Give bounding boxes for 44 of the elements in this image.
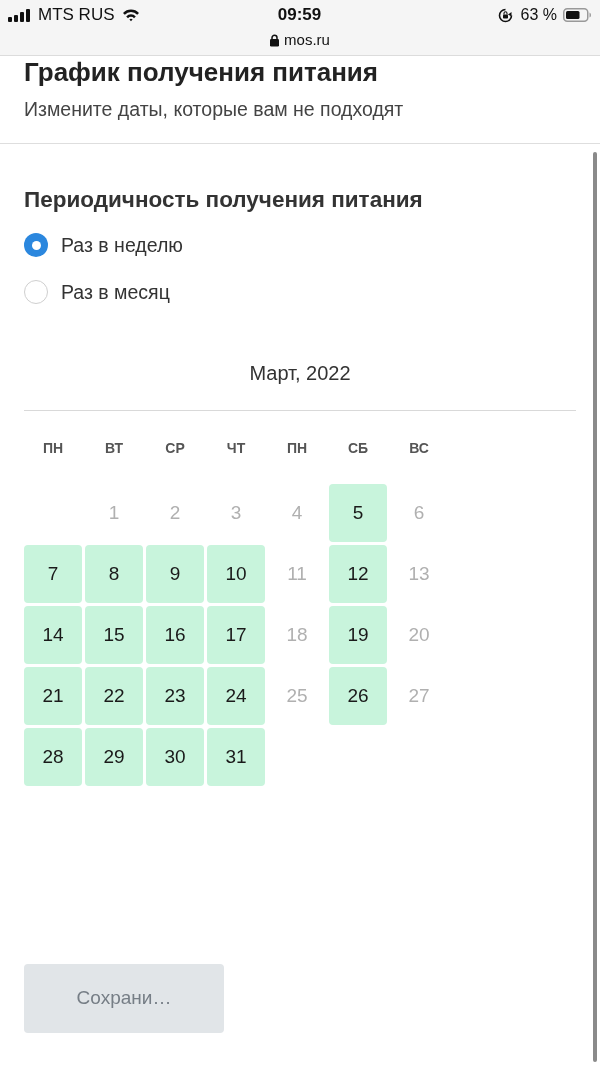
weekday-label: СР bbox=[165, 439, 185, 457]
calendar-day[interactable]: 10 bbox=[207, 545, 265, 603]
weekday-label: ВТ bbox=[104, 439, 124, 457]
calendar-day[interactable]: 17 bbox=[207, 606, 265, 664]
calendar-day[interactable]: 24 bbox=[207, 667, 265, 725]
calendar-day[interactable]: 31 bbox=[207, 728, 265, 786]
signal-icon bbox=[8, 8, 30, 22]
weekday-label: ЧТ bbox=[226, 439, 246, 457]
radio-button[interactable] bbox=[24, 280, 48, 304]
calendar-day[interactable]: 14 bbox=[24, 606, 82, 664]
battery-percent: 63 % bbox=[520, 5, 557, 25]
carrier-name: MTS RUS bbox=[38, 4, 115, 27]
calendar-day[interactable]: 22 bbox=[85, 667, 143, 725]
lock-icon bbox=[270, 33, 280, 47]
rotation-lock-icon bbox=[497, 7, 513, 23]
month-title: Март, 2022 bbox=[249, 361, 351, 385]
clock-time: 09:59 bbox=[277, 4, 322, 27]
calendar-day[interactable]: 30 bbox=[146, 728, 204, 786]
calendar-day[interactable]: 5 bbox=[329, 484, 387, 542]
calendar-day[interactable]: 23 bbox=[146, 667, 204, 725]
page-subtitle: Измените даты, которые вам не подходят bbox=[24, 97, 405, 121]
calendar-day[interactable]: 28 bbox=[24, 728, 82, 786]
section-title: Периодичность получения питания bbox=[24, 186, 424, 213]
radio-button[interactable] bbox=[24, 233, 48, 257]
calendar-day[interactable]: 15 bbox=[85, 606, 143, 664]
wifi-icon bbox=[121, 8, 140, 22]
weekday-label: СБ bbox=[347, 439, 369, 457]
calendar-day[interactable]: 26 bbox=[329, 667, 387, 725]
calendar-day[interactable]: 8 bbox=[85, 545, 143, 603]
calendar-day[interactable]: 12 bbox=[329, 545, 387, 603]
weekday-label: ВС bbox=[409, 439, 429, 457]
option-label[interactable]: Раз в неделю bbox=[61, 233, 183, 257]
calendar-day[interactable]: 29 bbox=[85, 728, 143, 786]
page-url: mos.ru bbox=[284, 29, 330, 50]
calendar-day[interactable]: 9 bbox=[146, 545, 204, 603]
option-label[interactable]: Раз в месяц bbox=[61, 280, 170, 304]
calendar-day[interactable]: 21 bbox=[24, 667, 82, 725]
calendar-day[interactable]: 19 bbox=[329, 606, 387, 664]
weekday-label: ПН bbox=[42, 439, 64, 457]
page-title: График получения питания bbox=[24, 56, 379, 88]
calendar-day[interactable]: 7 bbox=[24, 545, 82, 603]
calendar-day[interactable]: 16 bbox=[146, 606, 204, 664]
battery-icon bbox=[563, 8, 591, 22]
weekday-label: ПН bbox=[286, 439, 308, 457]
